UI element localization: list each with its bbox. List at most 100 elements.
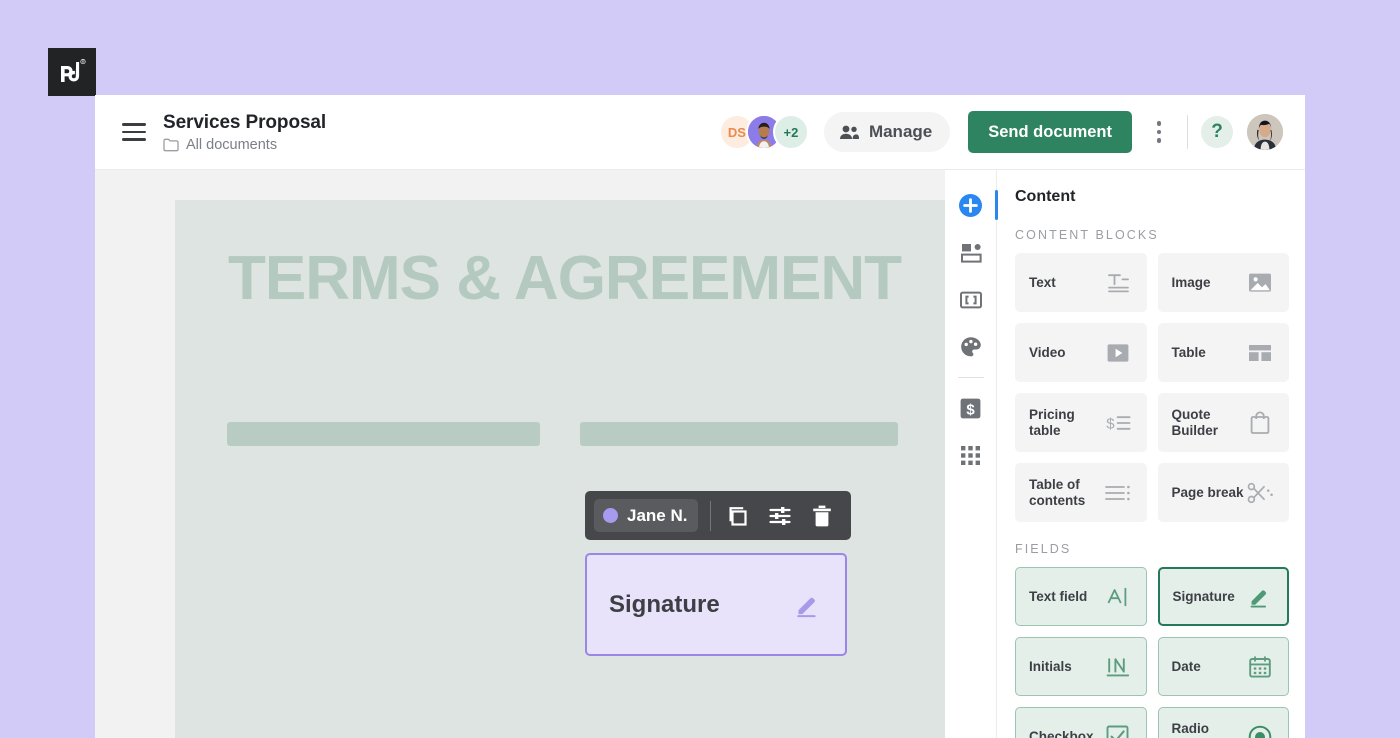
document-title-block: Services Proposal All documents: [163, 112, 326, 153]
delete-trash-icon[interactable]: [807, 501, 837, 531]
avatar-initials-label: DS: [727, 124, 746, 140]
layout-blocks-icon: [960, 243, 982, 263]
hamburger-line: [122, 123, 146, 126]
content-block-table-of-contents[interactable]: Table of contents: [1015, 463, 1147, 522]
settings-sliders-icon[interactable]: [765, 501, 795, 531]
more-vertical-icon[interactable]: [1142, 115, 1176, 149]
collaborator-avatars[interactable]: DS +2: [718, 114, 809, 150]
toolbar-divider: [710, 500, 712, 531]
table-of-contents-icon: [1104, 479, 1132, 507]
sidebar-item-apps[interactable]: [949, 432, 993, 479]
folder-icon: [163, 138, 179, 151]
content-block-text[interactable]: Text: [1015, 253, 1147, 312]
add-content-icon: [959, 194, 982, 217]
field-signature[interactable]: Signature: [1157, 567, 1289, 626]
card-label: Quote Builder: [1171, 406, 1219, 438]
app-body: TERMS & AGREEMENT Jane N. Signature $ Co…: [95, 170, 1305, 738]
content-block-table[interactable]: Table: [1157, 323, 1289, 382]
send-document-button[interactable]: Send document: [968, 111, 1132, 153]
quote-builder-bag-icon: [1246, 409, 1274, 437]
card-label: Signature: [1172, 588, 1235, 604]
theme-palette-icon: [960, 336, 981, 356]
card-label: Date: [1171, 658, 1201, 674]
fields-grid: Text field Signature Initials Date Check…: [1015, 567, 1289, 738]
card-label: Video: [1029, 344, 1066, 360]
field-checkbox[interactable]: Checkbox: [1015, 707, 1147, 738]
field-initials[interactable]: Initials: [1015, 637, 1147, 696]
content-panel: Content Content blocks Text: [997, 170, 1305, 738]
sidebar-item-add-content[interactable]: [949, 182, 998, 229]
manage-button[interactable]: Manage: [823, 112, 951, 152]
variable-field-icon: [959, 291, 982, 308]
document-signature-field[interactable]: Signature: [585, 553, 847, 656]
card-label: Table: [1171, 344, 1206, 360]
apps-grid-icon: [961, 446, 980, 465]
card-label: Checkbox: [1029, 728, 1094, 738]
content-block-image[interactable]: Image: [1157, 253, 1289, 312]
signature-pen-icon: [793, 591, 821, 619]
card-label: Page break: [1171, 484, 1244, 500]
user-avatar-image: [1247, 114, 1283, 150]
hamburger-menu-icon[interactable]: [119, 117, 149, 147]
initials-icon: [1104, 653, 1132, 681]
people-icon: [839, 125, 859, 139]
page-root: R Services Proposal All documents DS +2 …: [0, 0, 1400, 738]
document-page[interactable]: TERMS & AGREEMENT Jane N. Signature: [175, 200, 945, 738]
document-heading: TERMS & AGREEMENT: [228, 244, 902, 313]
sidebar-item-pricing[interactable]: $: [949, 385, 993, 432]
card-label: Text: [1029, 274, 1056, 290]
content-panel-title: Content: [1015, 188, 1076, 205]
sidebar-item-variables[interactable]: [949, 276, 993, 323]
document-placeholder-bar: [580, 422, 898, 446]
signature-pen-icon: [1245, 583, 1273, 611]
sidebar-item-theme[interactable]: [949, 323, 993, 370]
content-block-video[interactable]: Video: [1015, 323, 1147, 382]
field-owner-chip[interactable]: Jane N.: [594, 499, 699, 532]
kebab-dot: [1156, 138, 1162, 143]
field-text-field[interactable]: Text field: [1015, 567, 1147, 626]
owner-color-dot: [603, 508, 618, 523]
owner-name-label: Jane N.: [627, 505, 688, 525]
content-block-quote-builder[interactable]: Quote Builder: [1157, 393, 1289, 452]
hamburger-line: [122, 130, 146, 134]
avatar-overflow-label: +2: [783, 124, 799, 140]
pricing-dollar-icon: $: [960, 398, 981, 419]
page-break-scissors-icon: [1246, 479, 1274, 507]
svg-text:$: $: [1106, 415, 1115, 432]
duplicate-icon[interactable]: [723, 501, 753, 531]
toolbar-divider: [1187, 115, 1188, 149]
content-block-page-break[interactable]: Page break: [1157, 463, 1289, 522]
text-field-icon: [1104, 583, 1132, 611]
breadcrumb[interactable]: All documents: [163, 137, 326, 153]
card-label: Table of contents: [1029, 476, 1086, 508]
field-radio-buttons[interactable]: Radio Buttons: [1157, 707, 1289, 738]
right-panel: $ Content CONTENT BLOCKS Text Image Vide…: [945, 170, 1305, 738]
kebab-dot: [1156, 121, 1162, 126]
video-block-icon: [1104, 339, 1132, 367]
sidebar-item-layouts[interactable]: [949, 229, 993, 276]
content-blocks-section-label: Content blocks: [1015, 228, 1159, 242]
image-block-icon: [1246, 269, 1274, 297]
manage-button-label: Manage: [868, 122, 933, 141]
editor-tool-rail: $: [945, 170, 998, 738]
breadcrumb-label: All documents: [186, 136, 278, 153]
field-context-toolbar[interactable]: Jane N.: [585, 491, 852, 540]
radio-button-icon: [1246, 723, 1274, 738]
calendar-date-icon: [1246, 653, 1274, 681]
avatar[interactable]: [1247, 114, 1283, 150]
hamburger-line: [122, 138, 146, 141]
page-title: Services Proposal: [163, 111, 327, 133]
help-button[interactable]: ?: [1201, 116, 1233, 148]
card-label: Initials: [1029, 658, 1072, 674]
content-block-pricing-table[interactable]: Pricing table $: [1015, 393, 1147, 452]
content-blocks-grid: Text Image Video Table Pricing table $ Q…: [1015, 253, 1289, 522]
table-block-icon: [1246, 339, 1274, 367]
fields-section-label: Fields: [1015, 542, 1072, 556]
svg-text:$: $: [966, 401, 975, 418]
field-date[interactable]: Date: [1157, 637, 1289, 696]
avatar-overflow-count[interactable]: +2: [772, 114, 809, 150]
top-bar: Services Proposal All documents DS +2 Ma…: [95, 95, 1305, 170]
signature-field-label: Signature: [609, 590, 720, 618]
document-editor-canvas[interactable]: TERMS & AGREEMENT Jane N. Signature: [95, 170, 945, 738]
document-placeholder-bar: [227, 422, 540, 446]
